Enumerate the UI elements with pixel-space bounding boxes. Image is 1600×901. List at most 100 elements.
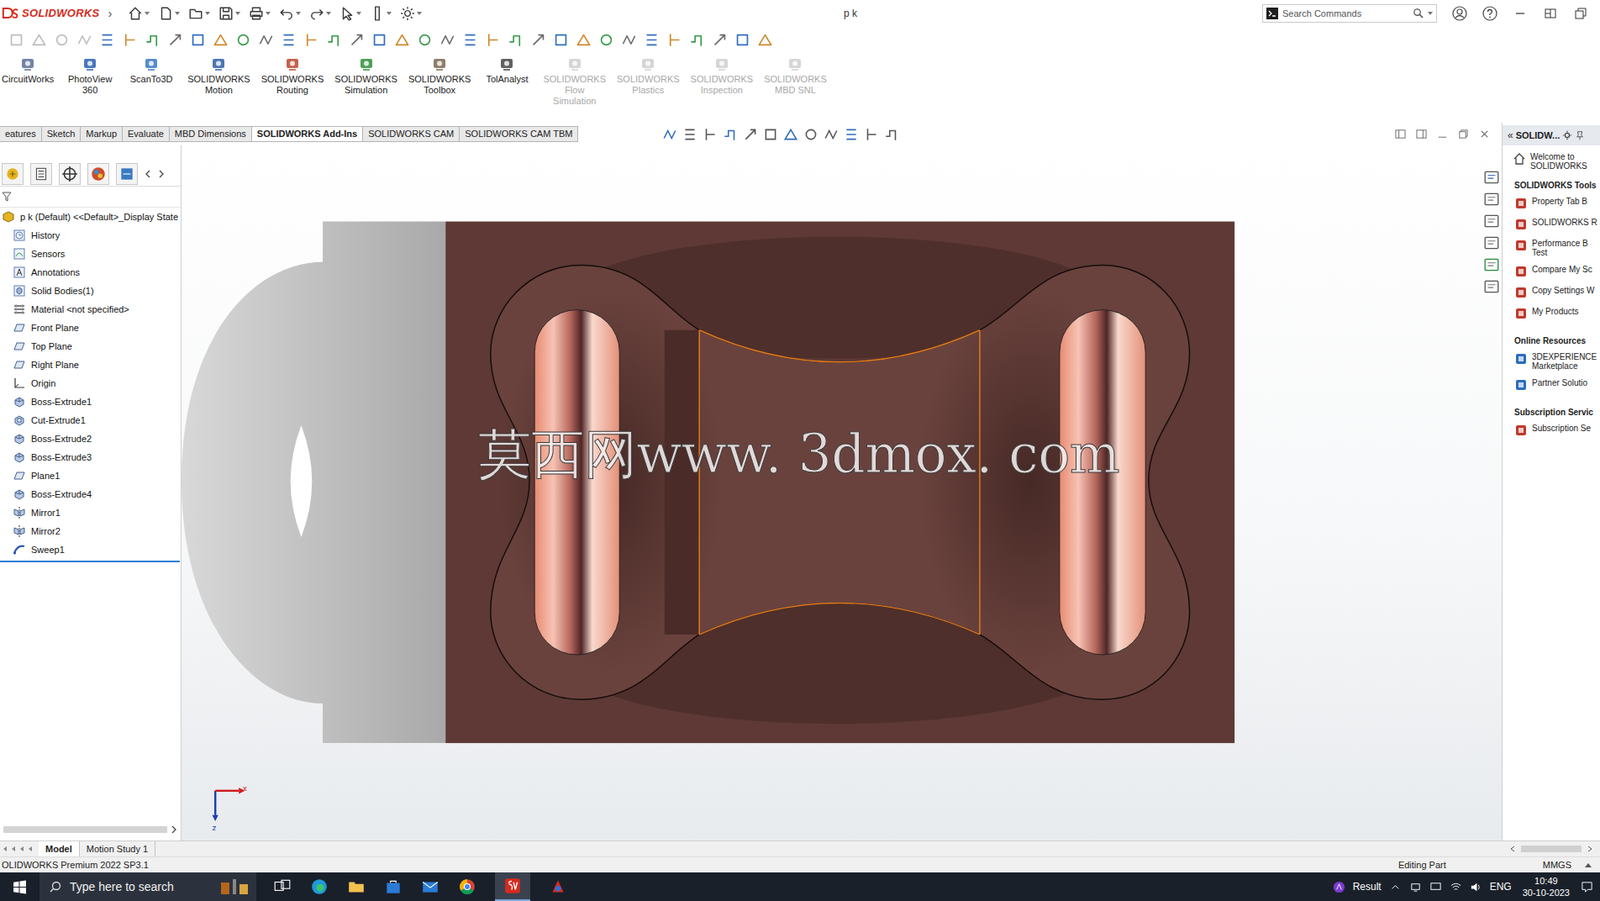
tree-filter[interactable] <box>0 186 181 208</box>
command-tab[interactable]: SOLIDWORKS CAM <box>363 126 460 143</box>
tree-item[interactable]: Boss-Extrude3 <box>0 447 181 467</box>
view-tool-icon[interactable] <box>863 126 879 143</box>
tool-icon[interactable] <box>621 31 637 48</box>
command-button[interactable]: CircuitWorks <box>0 55 56 85</box>
view-tool-icon[interactable] <box>702 126 718 143</box>
input-language[interactable]: ENG <box>1489 880 1512 893</box>
user-account-icon[interactable] <box>1452 5 1468 22</box>
quick-access-button[interactable] <box>400 5 422 22</box>
command-button[interactable]: SOLIDWORKSToolbox <box>406 55 474 96</box>
scroll-right-icon[interactable] <box>1586 845 1594 853</box>
tool-icon[interactable] <box>348 31 365 48</box>
quick-access-button[interactable] <box>248 5 271 22</box>
clock[interactable]: 10:4930-10-2023 <box>1519 874 1574 899</box>
tree-item[interactable]: Solid Bodies(1) <box>0 281 181 300</box>
display-icon[interactable] <box>1429 880 1443 894</box>
command-button[interactable]: PhotoView360 <box>63 55 117 96</box>
tool-icon[interactable] <box>416 31 433 48</box>
graphics-area[interactable]: 莫西网www. 3dmox. comxz <box>181 145 1502 841</box>
scroll-right-icon[interactable] <box>170 824 178 835</box>
task-pane-link[interactable]: 3DEXPERIENCEMarketplace <box>1502 350 1600 377</box>
tool-icon[interactable] <box>76 31 93 48</box>
tool-icon[interactable] <box>167 31 184 48</box>
scroll-left-icon[interactable] <box>1509 845 1516 853</box>
view-tool-icon[interactable] <box>803 126 819 143</box>
command-tab[interactable]: Sketch <box>42 126 82 143</box>
tool-icon[interactable] <box>53 31 70 48</box>
quick-access-button[interactable] <box>278 5 301 22</box>
units-caret-icon[interactable] <box>1584 862 1592 868</box>
command-button[interactable]: SOLIDWORKSMotion <box>185 55 253 96</box>
task-pane-link[interactable]: Property Tab B <box>1502 194 1600 216</box>
quick-access-button[interactable] <box>157 5 180 22</box>
unit-system[interactable]: MMGS <box>1542 859 1572 870</box>
edge-browser-icon[interactable] <box>310 877 329 896</box>
tree-item[interactable]: Boss-Extrude2 <box>0 429 181 448</box>
tool-icon[interactable] <box>235 31 252 48</box>
minimize-icon[interactable] <box>1512 5 1528 22</box>
task-pane-tab-icon[interactable] <box>1483 256 1500 274</box>
app-icon[interactable] <box>548 877 568 896</box>
command-tab[interactable]: SOLIDWORKS CAM TBM <box>459 126 579 143</box>
task-pane-link[interactable]: My Products <box>1502 305 1600 327</box>
minimize-icon[interactable] <box>1436 128 1448 140</box>
tree-item[interactable]: Origin <box>0 373 181 393</box>
command-tab[interactable]: SOLIDWORKS Add-Ins <box>252 126 364 143</box>
property-manager-icon[interactable] <box>30 163 53 185</box>
tool-icon[interactable] <box>257 31 274 48</box>
tree-item[interactable]: Cut-Extrude1 <box>0 410 181 430</box>
tool-icon[interactable] <box>371 31 388 48</box>
tool-icon[interactable] <box>31 31 48 48</box>
tool-icon[interactable] <box>666 31 683 48</box>
quick-access-button[interactable] <box>369 5 392 22</box>
base-plate[interactable] <box>445 221 1235 744</box>
task-pane-link[interactable]: Partner Solutio <box>1502 376 1600 398</box>
tree-item[interactable]: Material <not specified> <box>0 300 181 319</box>
view-tool-icon[interactable] <box>742 126 758 143</box>
command-tab[interactable]: Evaluate <box>122 126 170 143</box>
quick-access-button[interactable] <box>339 5 362 22</box>
tool-icon[interactable] <box>734 31 751 48</box>
command-tab[interactable]: eatures <box>0 126 43 143</box>
chrome-icon[interactable] <box>457 877 477 896</box>
pin-icon[interactable] <box>1574 130 1585 141</box>
tool-icon[interactable] <box>462 31 479 48</box>
tool-icon[interactable] <box>189 31 206 48</box>
tree-item[interactable]: Sweep1 <box>0 540 181 559</box>
network-icon[interactable] <box>1409 880 1422 894</box>
result-label[interactable]: Result <box>1352 880 1382 893</box>
task-pane-tab-icon[interactable] <box>1483 234 1500 252</box>
file-explorer-icon[interactable] <box>347 877 366 896</box>
view-tool-icon[interactable] <box>682 126 698 143</box>
view-tool-icon[interactable] <box>763 126 779 143</box>
task-pane-link[interactable]: SOLIDWORKS R <box>1502 215 1600 237</box>
tool-icon[interactable] <box>280 31 297 48</box>
tree-item[interactable]: Mirror1 <box>0 503 181 522</box>
tree-root[interactable]: p k (Default) <<Default>_Display State <box>0 207 181 227</box>
tool-icon[interactable] <box>552 31 569 48</box>
command-tab[interactable]: MBD Dimensions <box>169 126 253 143</box>
tool-icon[interactable] <box>507 31 524 48</box>
split-right-icon[interactable] <box>1415 128 1427 140</box>
welcome-link[interactable]: Welcome toSOLIDWORKS <box>1502 145 1600 171</box>
tree-item[interactable]: Sensors <box>0 244 181 264</box>
tree-item[interactable]: Boss-Extrude1 <box>0 392 181 411</box>
task-pane-tab-icon[interactable] <box>1483 212 1500 230</box>
tree-item[interactable]: Plane1 <box>0 466 181 485</box>
view-tool-icon[interactable] <box>783 126 799 143</box>
scrollbar-thumb[interactable] <box>3 826 168 833</box>
configuration-icon[interactable] <box>58 163 81 185</box>
tool-icon[interactable] <box>757 31 774 48</box>
solidworks-taskbar-button[interactable] <box>494 872 531 901</box>
scroll-right-icon[interactable] <box>157 168 165 179</box>
result-app-icon[interactable] <box>1332 880 1346 894</box>
help-icon[interactable] <box>1482 5 1498 22</box>
tool-icon[interactable] <box>575 31 592 48</box>
command-button[interactable]: TolAnalyst <box>479 55 534 85</box>
tool-icon[interactable] <box>99 31 116 48</box>
feature-tree-icon[interactable] <box>1 163 24 185</box>
tool-icon[interactable] <box>598 31 615 48</box>
tree-item[interactable]: Front Plane <box>0 318 181 337</box>
quick-access-button[interactable] <box>188 5 211 22</box>
command-tab[interactable]: Markup <box>80 126 123 143</box>
